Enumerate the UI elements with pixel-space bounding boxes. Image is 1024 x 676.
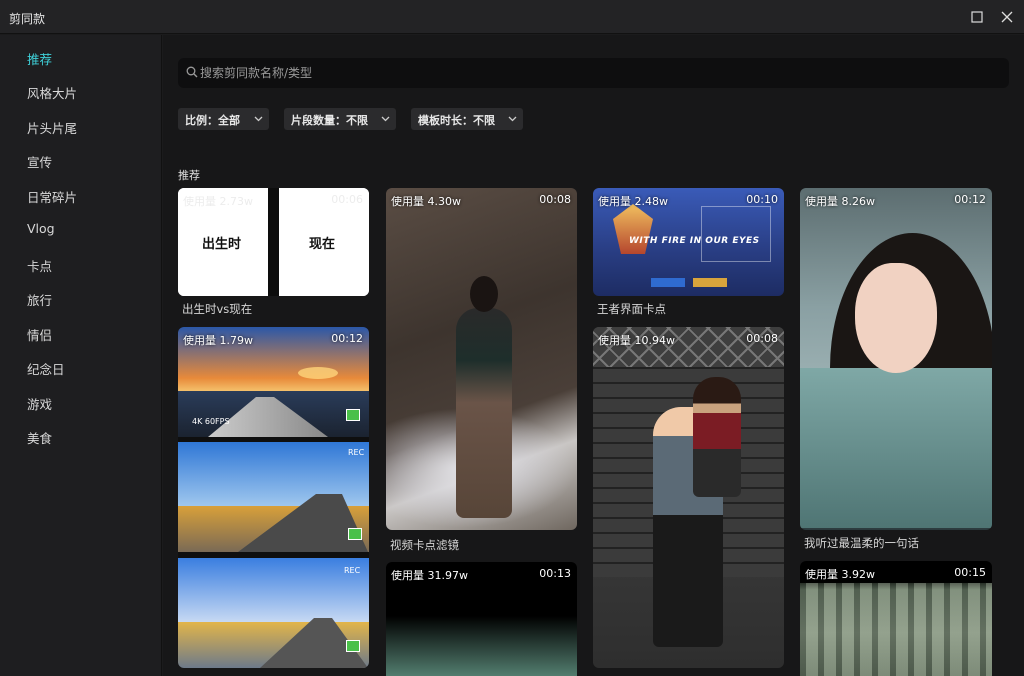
- template-card-gentle-words[interactable]: 使用量 8.26w 00:12: [800, 188, 992, 530]
- usage-count: 使用量 2.73w: [183, 195, 253, 208]
- card-portrait-sweater: [800, 368, 992, 528]
- card-trees: [800, 583, 992, 676]
- duration: 00:15: [954, 566, 986, 579]
- search-icon: [186, 66, 198, 78]
- usage-count: 使用量 10.94w: [598, 334, 675, 347]
- duration: 00:13: [539, 567, 571, 580]
- card-left-text: 出生时: [202, 237, 242, 252]
- section-title: 推荐: [178, 169, 200, 182]
- card-game-button: [651, 278, 685, 287]
- maximize-button[interactable]: [966, 6, 988, 28]
- search-input[interactable]: [200, 64, 990, 82]
- window-title: 剪同款: [9, 12, 46, 26]
- sidebar-item-promo[interactable]: 宣传: [27, 152, 52, 171]
- card-divider: [268, 188, 279, 296]
- usage-count: 使用量 2.48w: [598, 195, 668, 208]
- sidebar-item-vlog[interactable]: Vlog: [27, 221, 55, 236]
- sidebar-item-game[interactable]: 游戏: [27, 394, 52, 413]
- usage-count: 使用量 3.92w: [805, 568, 875, 581]
- hud-rec: REC: [344, 566, 361, 575]
- sidebar-item-food[interactable]: 美食: [27, 428, 52, 447]
- usage-count: 使用量 4.30w: [391, 195, 461, 208]
- category-sidebar: 推荐 风格大片 片头片尾 宣传 日常碎片 Vlog 卡点 旅行 情侣 纪念日 游…: [0, 35, 162, 676]
- sidebar-item-beat[interactable]: 卡点: [27, 256, 52, 275]
- card-hero: [613, 204, 653, 254]
- duration-filter[interactable]: 模板时长：不限: [411, 108, 523, 130]
- search-bar[interactable]: [178, 58, 1009, 88]
- battery-icon: [348, 528, 362, 540]
- hud-4k: 4K 60FPS: [192, 417, 230, 426]
- card-panel: [701, 206, 771, 262]
- card-figure-head: [470, 276, 498, 312]
- sidebar-item-couple[interactable]: 情侣: [27, 325, 52, 344]
- duration-filter-label: 模板时长：不限: [418, 114, 495, 127]
- landscape-scene-2: REC: [178, 442, 369, 552]
- card-game-button: [693, 278, 727, 287]
- template-card-beat-filter[interactable]: 使用量 4.30w 00:08: [386, 188, 577, 530]
- card-caption: 出生时vs现在: [182, 302, 253, 316]
- title-bar: 剪同款: [0, 0, 1024, 34]
- card-figure: [693, 377, 741, 497]
- card-caption: 我听过最温柔的一句话: [804, 536, 919, 550]
- close-icon: [1001, 11, 1013, 23]
- maximize-icon: [971, 11, 983, 23]
- sidebar-item-recommend[interactable]: 推荐: [27, 49, 52, 68]
- duration: 00:08: [746, 332, 778, 345]
- sidebar-item-daily[interactable]: 日常碎片: [27, 187, 77, 206]
- duration: 00:12: [331, 332, 363, 345]
- duration: 00:10: [746, 193, 778, 206]
- close-button[interactable]: [996, 6, 1018, 28]
- template-card-couple[interactable]: 使用量 10.94w 00:08: [593, 327, 784, 668]
- template-card-green[interactable]: 使用量 31.97w 00:13: [386, 562, 577, 676]
- chevron-down-icon: [508, 116, 517, 122]
- battery-icon: [346, 409, 360, 421]
- template-card-landscape[interactable]: 4K 60FPS REC REC 使用量 1.79w 00:12: [178, 327, 369, 668]
- card-right-text: 现在: [309, 237, 336, 252]
- usage-count: 使用量 8.26w: [805, 195, 875, 208]
- clip-count-filter-label: 片段数量：不限: [291, 114, 368, 127]
- chevron-down-icon: [254, 116, 263, 122]
- sidebar-item-style[interactable]: 风格大片: [27, 83, 77, 102]
- battery-icon: [346, 640, 360, 652]
- duration: 00:12: [954, 193, 986, 206]
- sidebar-item-anniversary[interactable]: 纪念日: [27, 359, 65, 378]
- landscape-scene-3: REC: [178, 558, 369, 668]
- usage-count: 使用量 31.97w: [391, 569, 468, 582]
- duration: 00:06: [331, 193, 363, 206]
- clip-count-filter[interactable]: 片段数量：不限: [284, 108, 396, 130]
- template-card-forest[interactable]: 使用量 3.92w 00:15: [800, 561, 992, 676]
- ratio-filter[interactable]: 比例：全部: [178, 108, 269, 130]
- template-card-game-ui[interactable]: WITH FIRE IN OUR EYES 使用量 2.48w 00:10: [593, 188, 784, 296]
- sidebar-item-travel[interactable]: 旅行: [27, 290, 52, 309]
- card-portrait-face: [855, 263, 937, 373]
- main-content: 比例：全部 片段数量：不限 模板时长：不限 推荐 出生时 现在 使用量 2.73…: [163, 35, 1024, 676]
- chevron-down-icon: [381, 116, 390, 122]
- card-caption: 王者界面卡点: [597, 302, 666, 316]
- template-card-birth-vs-now[interactable]: 出生时 现在 使用量 2.73w 00:06: [178, 188, 369, 296]
- usage-count: 使用量 1.79w: [183, 334, 253, 347]
- card-figure: [456, 308, 512, 518]
- duration: 00:08: [539, 193, 571, 206]
- sidebar-item-intro-outro[interactable]: 片头片尾: [27, 118, 77, 137]
- card-caption: 视频卡点滤镜: [390, 538, 459, 552]
- hud-rec: REC: [348, 448, 365, 457]
- ratio-filter-label: 比例：全部: [185, 114, 240, 127]
